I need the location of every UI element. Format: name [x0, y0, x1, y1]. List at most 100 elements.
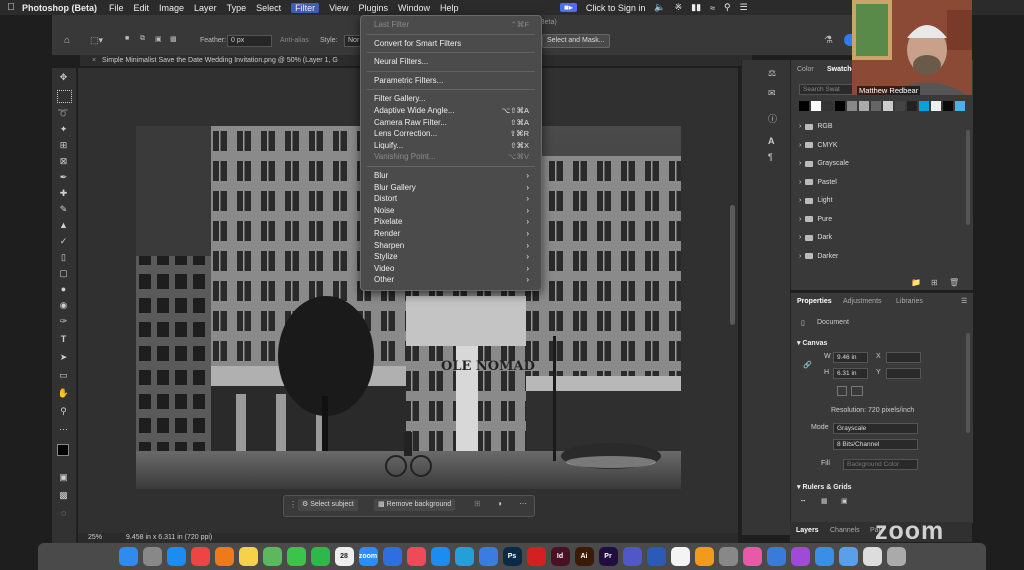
app-name-menu[interactable]: Photoshop (Beta): [22, 3, 97, 13]
new-swatch-icon[interactable]: ⊞: [931, 278, 938, 287]
eraser-tool-icon[interactable]: ▯: [57, 252, 70, 263]
zoom-camera-icon[interactable]: ■▸: [560, 3, 577, 12]
pen-tool-icon[interactable]: ✑: [57, 316, 70, 327]
ruler-icon[interactable]: ┅: [801, 497, 805, 505]
tab-layers[interactable]: Layers: [796, 527, 819, 534]
filter-menu-item-neural-filters[interactable]: Neural Filters...: [374, 56, 529, 67]
dock-app-slack[interactable]: [670, 547, 690, 566]
filter-menu-item-stylize[interactable]: Stylize ›: [374, 251, 529, 262]
subtract-selection-icon[interactable]: ▣: [155, 35, 162, 43]
history-panel-icon[interactable]: ⚖: [768, 68, 776, 79]
foreground-color-swatch[interactable]: [57, 444, 69, 456]
canvas-section-header[interactable]: ▾ Canvas: [797, 339, 827, 347]
menu-window[interactable]: Window: [398, 3, 430, 13]
history-brush-icon[interactable]: ✓: [57, 236, 70, 247]
fill-select[interactable]: Background Color: [843, 459, 918, 470]
dock-app-facetime[interactable]: [310, 547, 330, 566]
filter-menu-item-noise[interactable]: Noise ›: [374, 205, 529, 216]
menu-file[interactable]: File: [109, 3, 124, 13]
document-size-info[interactable]: 9.458 in x 6.311 in (720 ppi): [126, 533, 212, 543]
beta-flask-icon[interactable]: ⚗: [824, 35, 833, 46]
filter-menu-item-convert-for-smart-filters[interactable]: Convert for Smart Filters: [374, 38, 529, 49]
dock-app-word[interactable]: [646, 547, 666, 566]
dock-app-music[interactable]: [406, 547, 426, 566]
rectangle-tool-icon[interactable]: ▭: [57, 370, 70, 381]
guides-icon[interactable]: ▣: [841, 497, 848, 505]
color-swatch[interactable]: [859, 101, 869, 111]
filter-menu-item-other[interactable]: Other ›: [374, 274, 529, 285]
apple-icon[interactable]: : [0, 2, 22, 13]
home-icon[interactable]: ⌂: [64, 35, 70, 46]
filter-menu-item-video[interactable]: Video ›: [374, 263, 529, 274]
zoom-tool-icon[interactable]: ⚲: [57, 406, 70, 417]
blur-tool-icon[interactable]: ●: [57, 284, 70, 295]
color-swatch[interactable]: [835, 101, 845, 111]
filter-menu-item-blur[interactable]: Blur ›: [374, 170, 529, 181]
dock-app-folder[interactable]: [838, 547, 858, 566]
tab-channels[interactable]: Channels: [830, 527, 860, 534]
crop-tool-icon[interactable]: ⊞: [57, 140, 70, 151]
filter-menu-item-render[interactable]: Render ›: [374, 228, 529, 239]
swatch-group-pastel[interactable]: › Pastel: [799, 179, 837, 186]
swatch-group-darker[interactable]: › Darker: [799, 253, 838, 260]
dock-app-launchpad[interactable]: [142, 547, 162, 566]
swatch-group-rgb[interactable]: › RGB: [799, 123, 833, 130]
canvas-scrollbar[interactable]: [730, 205, 735, 325]
close-tab-icon[interactable]: ×: [92, 57, 96, 64]
bluetooth-icon[interactable]: ※: [675, 2, 683, 13]
color-swatch[interactable]: [799, 101, 809, 111]
hand-tool-icon[interactable]: ✋: [57, 388, 70, 399]
color-swatch[interactable]: [811, 101, 821, 111]
dock-app-chrome[interactable]: [190, 547, 210, 566]
more-tools-icon[interactable]: ···: [57, 424, 70, 435]
screen-mode-icon[interactable]: ▩: [57, 490, 70, 501]
search-icon[interactable]: ⚲: [724, 2, 731, 13]
dock-app-indesign[interactable]: Id: [550, 547, 570, 566]
swatch-group-light[interactable]: › Light: [799, 197, 833, 204]
type-tool-icon[interactable]: T: [57, 334, 70, 345]
dock-app-podcasts[interactable]: [790, 547, 810, 566]
new-selection-icon[interactable]: ■: [125, 35, 129, 42]
mask-toggle-icon[interactable]: ◑: [497, 499, 502, 508]
remove-background-button[interactable]: ▩ Remove background: [374, 499, 456, 511]
dock-app-safari[interactable]: [166, 547, 186, 566]
color-swatch[interactable]: [847, 101, 857, 111]
dodge-tool-icon[interactable]: ◉: [57, 300, 70, 311]
tab-color[interactable]: Color: [797, 66, 814, 73]
menu-type[interactable]: Type: [227, 3, 247, 13]
filter-menu-item-parametric-filters[interactable]: Parametric Filters...: [374, 75, 529, 86]
info-icon[interactable]: ⓘ: [768, 112, 777, 125]
dock-app-teams[interactable]: [622, 547, 642, 566]
rulers-section-header[interactable]: ▾ Rulers & Grids: [797, 483, 851, 491]
color-swatch[interactable]: [871, 101, 881, 111]
filter-menu-item-adaptive-wide-angle[interactable]: Adaptive Wide Angle... ⌥⇧⌘A: [374, 105, 529, 116]
mode-select[interactable]: Grayscale: [833, 423, 918, 434]
eyedropper-tool-icon[interactable]: ✒: [57, 172, 70, 183]
swatch-group-dark[interactable]: › Dark: [799, 234, 832, 241]
dock-app-photoshop[interactable]: Ps: [502, 547, 522, 566]
color-swatch[interactable]: [883, 101, 893, 111]
move-tool-icon[interactable]: ✥: [57, 72, 70, 83]
menu-help[interactable]: Help: [440, 3, 459, 13]
brush-tool-icon[interactable]: ✎: [57, 204, 70, 215]
tab-properties[interactable]: Properties: [797, 298, 832, 305]
color-swatch[interactable]: [907, 101, 917, 111]
antialias-checkbox[interactable]: Anti-alias: [280, 37, 309, 44]
filter-menu-item-filter-gallery[interactable]: Filter Gallery...: [374, 93, 529, 104]
dock-app-pages[interactable]: [694, 547, 714, 566]
healing-brush-icon[interactable]: ✚: [57, 188, 70, 199]
color-swatch[interactable]: [919, 101, 929, 111]
paragraph-panel-icon[interactable]: ¶: [768, 152, 773, 162]
dock-app-premiere[interactable]: Pr: [598, 547, 618, 566]
menu-plugins[interactable]: Plugins: [358, 3, 388, 13]
zoom-level[interactable]: 25%: [88, 533, 102, 543]
feather-input[interactable]: 0 px: [227, 35, 272, 47]
x-input[interactable]: [886, 352, 921, 363]
path-selection-icon[interactable]: ➤: [57, 352, 70, 363]
select-subject-button[interactable]: ⚙ Select subject: [298, 499, 358, 511]
grid-icon[interactable]: ▦: [821, 497, 828, 505]
menu-view[interactable]: View: [329, 3, 348, 13]
new-group-icon[interactable]: 📁: [911, 278, 921, 287]
dock-app-arc[interactable]: [742, 547, 762, 566]
menu-image[interactable]: Image: [159, 3, 184, 13]
